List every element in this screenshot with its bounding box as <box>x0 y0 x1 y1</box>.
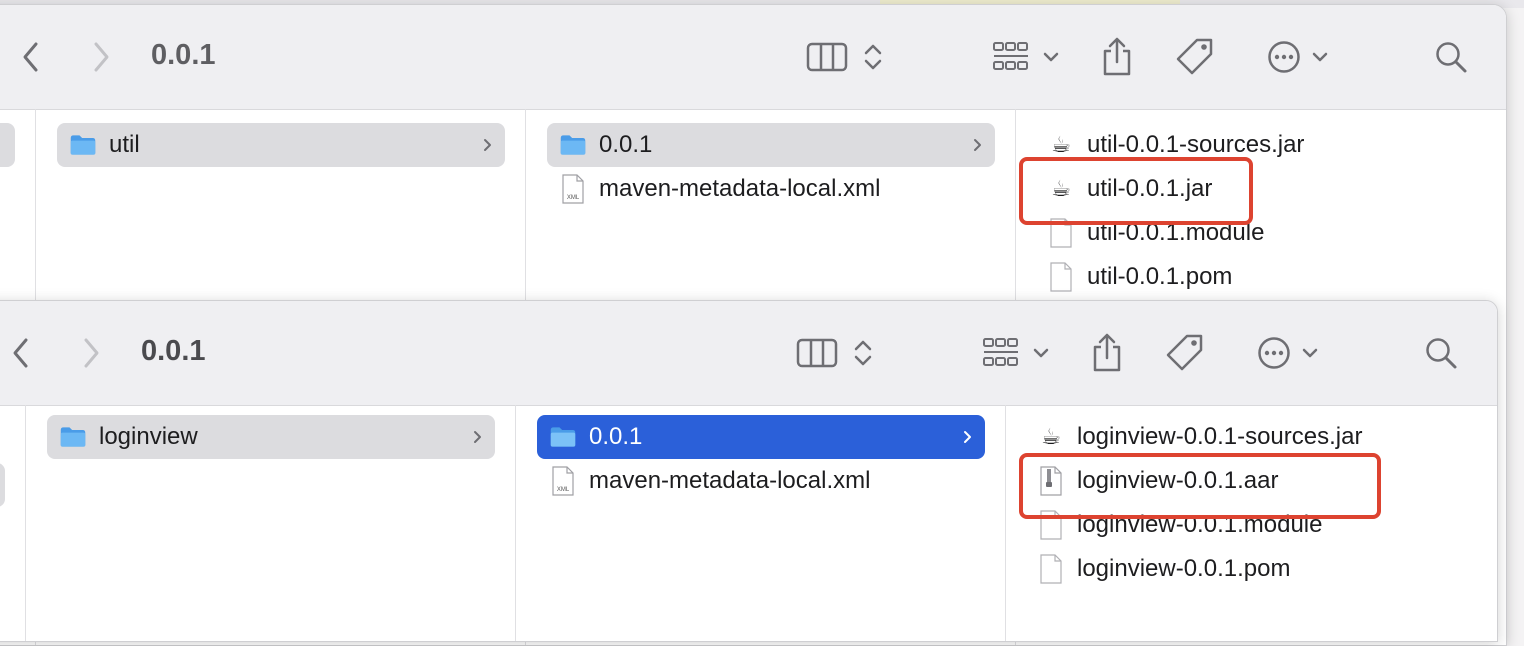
group-button[interactable] <box>976 331 1056 375</box>
forward-icon <box>94 42 109 72</box>
tag-button[interactable] <box>1163 329 1207 377</box>
parent-selection <box>0 123 15 167</box>
folder-name: util <box>109 131 140 158</box>
group-icon <box>983 338 1018 366</box>
folder-row-version[interactable]: 0.0.1 <box>547 123 995 167</box>
chevron-right-icon <box>473 415 483 459</box>
chevron-down-icon <box>1302 348 1318 358</box>
share-button[interactable] <box>1097 33 1137 81</box>
share-button[interactable] <box>1087 329 1127 377</box>
search-button[interactable] <box>1431 35 1471 79</box>
document-icon <box>1047 262 1075 292</box>
group-button[interactable] <box>986 35 1066 79</box>
document-icon <box>1037 554 1065 584</box>
xml-file-icon: XML <box>559 174 587 204</box>
chevron-right-icon <box>973 123 983 167</box>
tag-button[interactable] <box>1173 33 1217 81</box>
tag-icon <box>1176 38 1213 75</box>
file-row-sources-jar[interactable]: ☕ util-0.0.1-sources.jar <box>1035 123 1475 167</box>
toolbar: 0.0.1 <box>0 301 1497 406</box>
java-coffee-icon: ☕ <box>1051 176 1071 201</box>
finder-window-loginview: 0.0.1 loginview 0.0.1 XML maven-metadata… <box>0 300 1498 642</box>
column-parent <box>0 405 26 641</box>
chevron-right-icon <box>483 123 493 167</box>
column-view-icon <box>796 338 838 368</box>
file-name: maven-metadata-local.xml <box>589 467 871 494</box>
file-row-metadata[interactable]: XML maven-metadata-local.xml <box>537 459 985 503</box>
column-1: loginview <box>25 405 516 641</box>
folder-name: 0.0.1 <box>589 423 643 450</box>
file-row-pom[interactable]: loginview-0.0.1.pom <box>1025 547 1465 591</box>
back-button[interactable] <box>5 331 37 375</box>
forward-icon <box>84 338 99 368</box>
back-button[interactable] <box>15 35 47 79</box>
chevron-updown-icon <box>854 340 872 366</box>
file-name: maven-metadata-local.xml <box>599 175 881 202</box>
chevron-updown-icon <box>864 44 882 70</box>
view-mode-button[interactable] <box>793 331 877 375</box>
toolbar: 0.0.1 <box>0 5 1506 110</box>
folder-icon <box>59 422 87 452</box>
file-name: loginview-0.0.1.aar <box>1077 467 1279 494</box>
view-mode-button[interactable] <box>803 35 887 79</box>
file-row-pom[interactable]: util-0.0.1.pom <box>1035 255 1475 299</box>
chevron-down-icon <box>1043 52 1059 62</box>
search-icon <box>1436 42 1467 73</box>
folder-name: loginview <box>99 423 198 450</box>
document-icon <box>1047 218 1075 248</box>
folder-row-version-selected[interactable]: 0.0.1 <box>537 415 985 459</box>
file-row-sources-jar[interactable]: ☕ loginview-0.0.1-sources.jar <box>1025 415 1465 459</box>
svg-text:XML: XML <box>567 195 580 201</box>
share-icon <box>1103 37 1131 76</box>
more-actions-button[interactable] <box>1263 35 1333 79</box>
xml-file-icon: XML <box>549 466 577 496</box>
zip-file-icon <box>1037 466 1065 496</box>
back-icon <box>23 42 38 72</box>
file-row-aar[interactable]: loginview-0.0.1.aar <box>1025 459 1465 503</box>
file-name: util-0.0.1.jar <box>1087 175 1213 202</box>
chevron-down-icon <box>1033 348 1049 358</box>
chevron-down-icon <box>1312 52 1328 62</box>
svg-text:XML: XML <box>557 487 570 493</box>
java-coffee-icon: ☕ <box>1041 424 1061 449</box>
parent-selection <box>0 463 5 507</box>
file-name: util-0.0.1.module <box>1087 219 1265 246</box>
file-row-module[interactable]: util-0.0.1.module <box>1035 211 1475 255</box>
share-icon <box>1093 333 1121 372</box>
more-icon <box>1258 337 1290 369</box>
file-name: loginview-0.0.1-sources.jar <box>1077 423 1363 450</box>
window-title: 0.0.1 <box>151 39 216 71</box>
folder-icon <box>69 130 97 160</box>
document-icon <box>1037 510 1065 540</box>
window-title: 0.0.1 <box>141 335 206 367</box>
tag-icon <box>1166 334 1203 371</box>
file-row-metadata[interactable]: XML maven-metadata-local.xml <box>547 167 995 211</box>
file-row-jar[interactable]: ☕ util-0.0.1.jar <box>1035 167 1475 211</box>
folder-name: 0.0.1 <box>599 131 653 158</box>
folder-row-loginview[interactable]: loginview <box>47 415 495 459</box>
group-icon <box>993 42 1028 70</box>
file-name: loginview-0.0.1.module <box>1077 511 1323 538</box>
more-icon <box>1268 41 1300 73</box>
folder-icon <box>559 130 587 160</box>
column-2: 0.0.1 XML maven-metadata-local.xml <box>515 405 1006 641</box>
search-button[interactable] <box>1421 331 1461 375</box>
file-name: util-0.0.1.pom <box>1087 263 1233 290</box>
file-row-module[interactable]: loginview-0.0.1.module <box>1025 503 1465 547</box>
file-name: util-0.0.1-sources.jar <box>1087 131 1305 158</box>
more-actions-button[interactable] <box>1253 331 1323 375</box>
file-name: loginview-0.0.1.pom <box>1077 555 1291 582</box>
column-view-icon <box>806 42 848 72</box>
folder-row-util[interactable]: util <box>57 123 505 167</box>
back-icon <box>13 338 28 368</box>
forward-button[interactable] <box>85 35 117 79</box>
column-3: ☕ loginview-0.0.1-sources.jar loginview-… <box>1005 405 1497 641</box>
folder-icon <box>549 422 577 452</box>
search-icon <box>1426 338 1457 369</box>
chevron-right-icon <box>963 415 973 459</box>
java-coffee-icon: ☕ <box>1051 132 1071 157</box>
forward-button[interactable] <box>75 331 107 375</box>
